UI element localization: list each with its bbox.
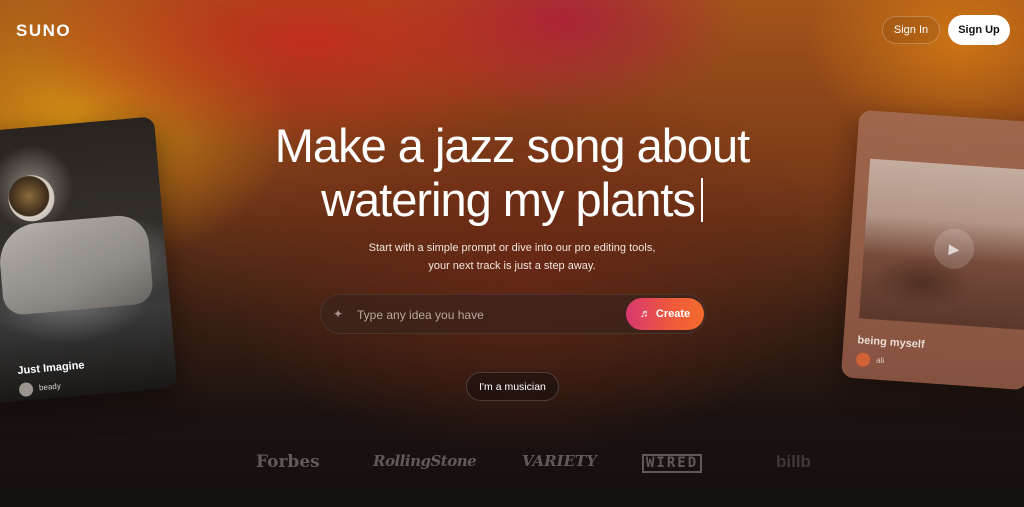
headline-line-2: watering my plants [0,173,1024,227]
avatar [18,381,34,398]
card-username[interactable]: beady [39,381,61,392]
hero-subtext: Start with a simple prompt or dive into … [368,242,656,272]
headline-line-2-text: watering my plants [321,173,696,226]
sparkle-icon: ✦ [333,307,344,321]
prompt-bar: ✦ ♬ Create [320,294,706,334]
astronaut-artwork-body [0,213,155,317]
suno-logo[interactable]: SUNO [16,21,71,41]
avatar [855,352,871,368]
headline-line-1: Make a jazz song about [274,119,750,172]
press-logo-wired: WIRED [642,454,703,473]
typing-cursor [700,178,703,222]
card-title: being myself [857,334,926,351]
prompt-input[interactable] [355,303,619,327]
sign-in-button[interactable]: Sign In [882,16,940,44]
card-username[interactable]: ali [876,356,885,366]
play-icon[interactable]: ▶ [932,227,976,271]
card-title: Just Imagine [16,359,85,378]
sign-up-button[interactable]: Sign Up [948,15,1010,45]
create-button[interactable]: ♬ Create [626,298,704,330]
im-a-musician-button[interactable]: I'm a musician [466,372,559,401]
press-logo-variety: VARIETY [522,452,597,470]
press-logo-rollingstone: RollingStone [373,452,477,470]
press-logo-billboard: billb [776,452,811,471]
hero-headline: Make a jazz song about watering my plant… [0,119,1024,227]
music-note-icon: ♬ [639,308,651,320]
create-button-label: Create [655,308,691,320]
press-logo-forbes: Forbes [256,452,320,472]
